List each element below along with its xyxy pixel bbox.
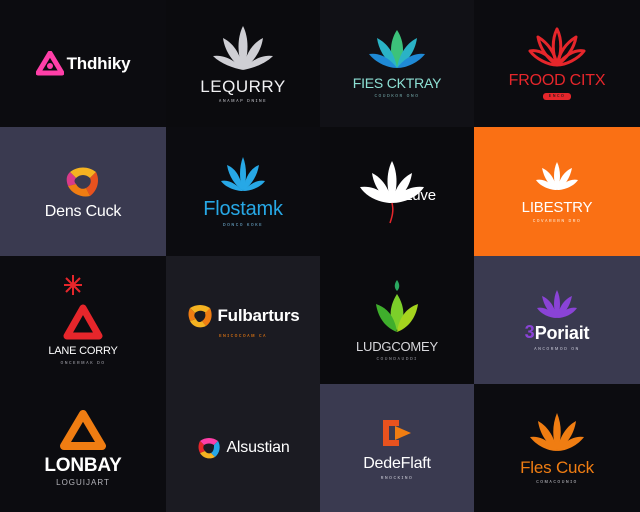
logo-tile-lequrry: LEQURRY ᴀɴᴀᴍᴀᴘ ᴅɴɪɴᴇ — [166, 0, 320, 127]
knot-icon — [188, 304, 213, 327]
brand-name: Flostamk — [203, 198, 283, 220]
knot-icon — [66, 167, 98, 197]
brand-tagline: ʀɴᴏᴄᴋɪɴᴏ — [380, 474, 414, 481]
leaf-icon — [528, 27, 586, 67]
brand-name: FIES CKTRAY — [352, 75, 442, 91]
logo-tile-dedeflaft: DedeFlaft ʀɴᴏᴄᴋɪɴᴏ — [320, 384, 474, 512]
leaf-icon — [221, 157, 265, 191]
brand-tagline: ᴏɴᴄᴇʀᴍᴀᴋ ᴅᴏ — [60, 360, 106, 366]
logo-tile-libestry: LIBESTRY ᴄᴏᴠᴀʀᴇʀɴ ᴅʀᴏ — [474, 127, 640, 256]
logo-tile-lane-corry: LANE CORRY ᴏɴᴄᴇʀᴍᴀᴋ ᴅᴏ — [0, 256, 166, 384]
recycle-icon — [63, 304, 103, 340]
brand-tagline: ᴄᴏᴠᴀʀᴇʀɴ ᴅʀᴏ — [532, 217, 582, 224]
brand-name: DedeFlaft — [363, 454, 431, 472]
brand-tagline: ᴄᴏᴜᴅᴋᴏʀ ᴏɴᴏ — [374, 93, 420, 99]
brand-name: Thdhiky — [66, 54, 131, 73]
brand-tagline: ᴄᴏᴍᴀᴄᴏᴜɴɪᴏ — [536, 479, 578, 485]
brand-tagline: ᴅᴏɴᴄᴏ ᴋᴏᴋᴇ — [222, 222, 264, 228]
logo-tile-thdhiky: Thdhiky — [0, 0, 166, 127]
brand-name: Poriait — [534, 322, 590, 343]
brand-name: LIBESTRY — [521, 198, 593, 216]
brand-tagline: ᴄᴏᴜɴᴅᴀᴜᴅᴅɪ — [376, 356, 418, 362]
brand-name: FROOD CITX — [508, 72, 606, 89]
knot-icon — [198, 438, 221, 459]
brand-name: LONBAY — [44, 454, 122, 476]
leaf-icon — [530, 413, 584, 451]
lotus-icon — [537, 290, 577, 318]
sparkle-icon — [64, 275, 82, 295]
logo-tile-ludgcomey: LUDGCOMEY ᴄᴏᴜɴᴅᴀᴜᴅᴅɪ — [320, 256, 474, 384]
logo-tile-luve: Luve — [320, 127, 474, 256]
logo-tile-poriait: 3 Poriait ᴀɴᴄᴏʀᴍᴏᴅ ᴏɴ — [474, 256, 640, 384]
leaf-icon — [536, 161, 578, 190]
numeral-mark: 3 — [524, 322, 535, 342]
logo-grid: Thdhiky LEQURRY ᴀɴᴀᴍᴀᴘ ᴅɴɪɴᴇ FIES CKTRAY… — [0, 0, 640, 512]
recycle-icon — [60, 409, 106, 450]
brand-name: LEQURRY — [200, 76, 286, 96]
brand-name: Fulbarturs — [217, 306, 300, 325]
brand-name: Fles Cuck — [520, 458, 594, 477]
brand-name: Alsustian — [226, 439, 290, 456]
logo-tile-fles-cuck: Fles Cuck ᴄᴏᴍᴀᴄᴏᴜɴɪᴏ — [474, 384, 640, 512]
logo-tile-flostamk: Flostamk ᴅᴏɴᴄᴏ ᴋᴏᴋᴇ — [166, 127, 320, 256]
brand-name: LUDGCOMEY — [356, 339, 438, 354]
recycle-icon — [35, 50, 64, 75]
brand-tagline: ᴇɴᴄᴏ — [542, 93, 572, 100]
brand-name: LANE CORRY — [48, 345, 118, 357]
logo-tile-dens-cuck: Dens Cuck — [0, 127, 166, 256]
brand-name: Luve — [404, 186, 436, 204]
leaf-icon — [376, 280, 418, 332]
lotus-icon — [369, 30, 425, 68]
logo-tile-lonbay: LONBAY LOGUIJART — [0, 384, 166, 512]
brand-tagline: ᴇɴɪᴄᴏᴄᴏᴀᴍ ᴄᴀ — [219, 332, 267, 339]
brand-name: Dens Cuck — [44, 202, 122, 220]
brand-tagline: ᴀɴᴀᴍᴀᴘ ᴅɴɪɴᴇ — [218, 97, 268, 104]
logo-tile-alsustian: Alsustian — [166, 384, 320, 512]
arrow-icon — [383, 419, 411, 446]
brand-tagline: LOGUIJART — [56, 477, 110, 487]
brand-tagline: ᴀɴᴄᴏʀᴍᴏᴅ ᴏɴ — [534, 346, 580, 352]
logo-tile-frood-citx: FROOD CITX ᴇɴᴄᴏ — [474, 0, 640, 127]
logo-tile-fulbarturs: Fulbarturs ᴇɴɪᴄᴏᴄᴏᴀᴍ ᴄᴀ — [166, 256, 320, 384]
leaf-icon — [213, 25, 273, 70]
logo-tile-fies-cktray: FIES CKTRAY ᴄᴏᴜᴅᴋᴏʀ ᴏɴᴏ — [320, 0, 474, 127]
